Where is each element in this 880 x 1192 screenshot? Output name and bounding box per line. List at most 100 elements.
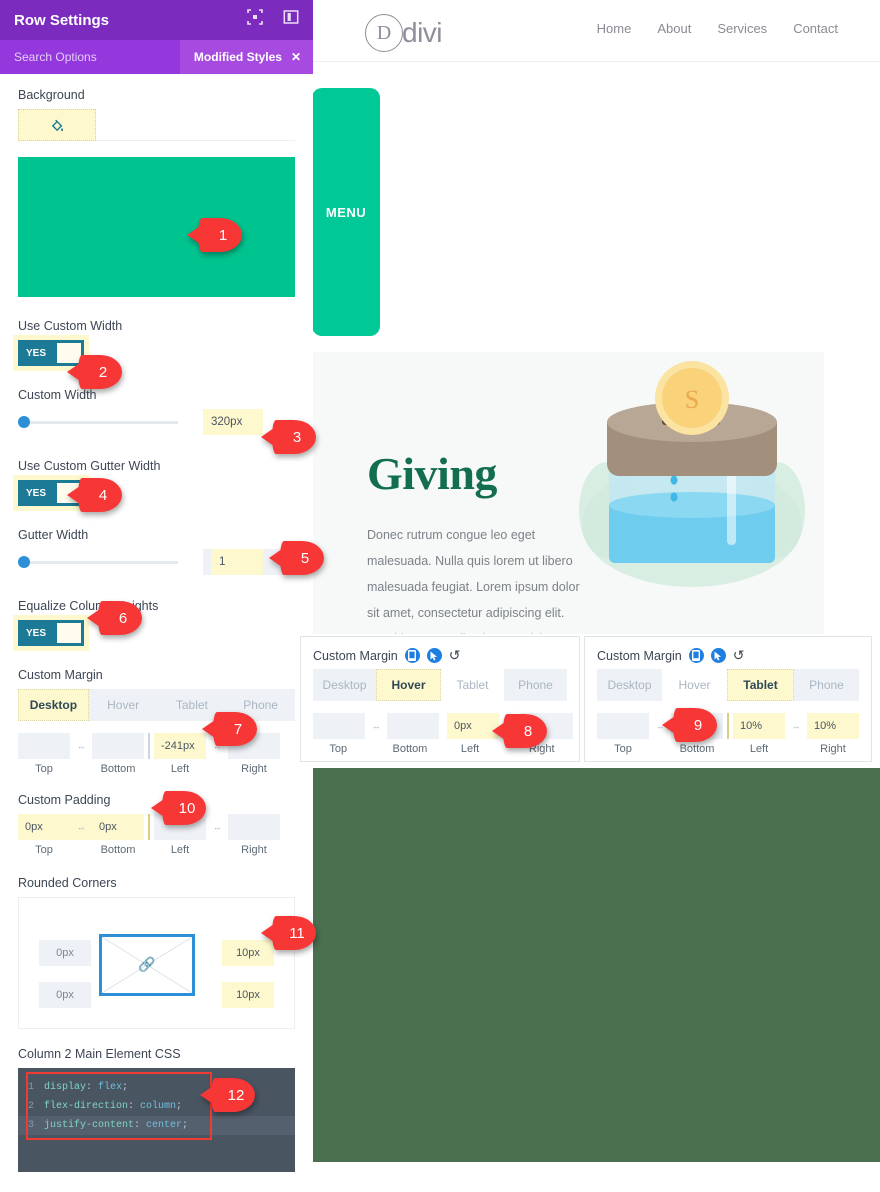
background-tab-row bbox=[18, 109, 295, 141]
callout-marker-9: 9 bbox=[662, 708, 717, 742]
cursor-hover-icon[interactable] bbox=[426, 648, 442, 663]
giving-title: Giving bbox=[367, 448, 497, 499]
margin-bottom-input[interactable] bbox=[387, 713, 439, 739]
tab-hover[interactable]: Hover bbox=[376, 669, 441, 701]
gutter-width-slider[interactable] bbox=[18, 556, 178, 568]
nav-item-services[interactable]: Services bbox=[717, 21, 767, 36]
margin-top-input[interactable] bbox=[597, 713, 649, 739]
coin-jar-illustration: S bbox=[579, 361, 805, 587]
callout-marker-10: 10 bbox=[151, 791, 206, 825]
custom-width-input[interactable]: 320px bbox=[203, 409, 263, 435]
label-right: Right bbox=[241, 763, 267, 775]
gutter-width-value: 1 bbox=[211, 549, 263, 575]
custom-margin-device-tabs[interactable]: Desktop Hover Tablet Phone bbox=[313, 669, 567, 701]
giving-section: Giving Donec rutrum congue leo eget male… bbox=[312, 352, 824, 634]
mobile-device-icon[interactable] bbox=[688, 648, 704, 663]
tab-hover[interactable]: Hover bbox=[89, 689, 158, 721]
nav-item-contact[interactable]: Contact bbox=[793, 21, 838, 36]
corner-top-left-input[interactable]: 0px bbox=[39, 940, 91, 966]
callout-marker-12: 12 bbox=[200, 1078, 255, 1112]
column-css-label: Column 2 Main Element CSS bbox=[18, 1047, 181, 1061]
divi-logo: D divi bbox=[365, 14, 443, 52]
margin-right-input[interactable]: 10% bbox=[807, 713, 859, 739]
corner-bottom-left-input[interactable]: 0px bbox=[39, 982, 91, 1008]
margin-top-input[interactable] bbox=[18, 733, 70, 759]
website-preview: D divi Home About Services Contact MENU … bbox=[300, 0, 880, 1162]
paint-bucket-icon bbox=[51, 119, 63, 131]
tab-desktop[interactable]: Desktop bbox=[313, 669, 376, 701]
nav-item-about[interactable]: About bbox=[657, 21, 691, 36]
code-highlight-outline bbox=[26, 1072, 212, 1140]
label-bottom: Bottom bbox=[100, 844, 136, 856]
equalize-column-heights-toggle[interactable]: YES bbox=[13, 615, 89, 651]
label-left: Left bbox=[460, 743, 480, 755]
cursor-hover-icon[interactable] bbox=[710, 648, 726, 663]
layout-columns-icon[interactable] bbox=[283, 9, 299, 25]
custom-width-slider[interactable] bbox=[18, 416, 178, 428]
corner-top-right-input[interactable]: 10px bbox=[222, 940, 274, 966]
margin-top-input[interactable] bbox=[313, 713, 365, 739]
nav-item-home[interactable]: Home bbox=[597, 21, 632, 36]
slider-handle[interactable] bbox=[18, 416, 30, 428]
margin-left-input[interactable]: 10% bbox=[733, 713, 785, 739]
label-left: Left bbox=[170, 763, 190, 775]
modified-styles-filter[interactable]: Modified Styles ✕ bbox=[179, 40, 313, 74]
mobile-device-icon[interactable] bbox=[404, 648, 420, 663]
label-bottom: Bottom bbox=[679, 743, 715, 755]
link-icon[interactable]: ↔ bbox=[70, 814, 92, 840]
link-icon[interactable]: ↔ bbox=[785, 721, 807, 731]
reset-icon[interactable]: ↺ bbox=[733, 647, 745, 664]
search-options-bar[interactable]: Search Options Modified Styles ✕ bbox=[0, 40, 313, 74]
corner-bottom-right-input[interactable]: 10px bbox=[222, 982, 274, 1008]
tab-phone[interactable]: Phone bbox=[504, 669, 567, 701]
focus-target-icon[interactable] bbox=[247, 9, 263, 25]
close-icon[interactable]: ✕ bbox=[291, 50, 301, 64]
link-icon[interactable]: ↔ bbox=[365, 721, 387, 731]
background-label: Background bbox=[18, 88, 85, 102]
custom-margin-label: Custom Margin bbox=[313, 648, 398, 663]
custom-margin-device-tabs[interactable]: Desktop Hover Tablet Phone bbox=[597, 669, 859, 701]
panel-header: Row Settings bbox=[0, 0, 313, 40]
rounded-corners-label: Rounded Corners bbox=[18, 876, 117, 890]
toggle-yes-label: YES bbox=[26, 347, 47, 359]
label-bottom: Bottom bbox=[392, 743, 428, 755]
dark-green-section bbox=[300, 768, 880, 1162]
label-bottom: Bottom bbox=[100, 763, 136, 775]
callout-marker-11: 11 bbox=[261, 916, 316, 950]
padding-top-input[interactable]: 0px bbox=[18, 814, 70, 840]
tab-desktop[interactable]: Desktop bbox=[18, 689, 89, 721]
equalize-column-heights-label: Equalize Column Heights bbox=[18, 599, 159, 613]
padding-right-input[interactable] bbox=[228, 814, 280, 840]
search-input[interactable]: Search Options bbox=[14, 50, 97, 64]
toggle-yes-label: YES bbox=[26, 487, 47, 499]
tab-tablet[interactable]: Tablet bbox=[441, 669, 504, 701]
callout-marker-1: 1 bbox=[187, 218, 242, 252]
divi-logo-mark: D bbox=[365, 14, 403, 52]
padding-bottom-input[interactable]: 0px bbox=[92, 814, 144, 840]
link-icon[interactable]: ↔ bbox=[70, 741, 92, 751]
tab-desktop[interactable]: Desktop bbox=[597, 669, 662, 701]
preview-nav[interactable]: Home About Services Contact bbox=[597, 21, 838, 36]
menu-button[interactable]: MENU bbox=[312, 88, 380, 336]
custom-margin-tablet-panel: Custom Margin ↺ Desktop Hover Tablet Pho… bbox=[584, 636, 872, 762]
margin-bottom-input[interactable] bbox=[92, 733, 144, 759]
tab-tablet[interactable]: Tablet bbox=[727, 669, 794, 701]
link-icon[interactable]: 🔗 bbox=[138, 956, 155, 973]
callout-marker-5: 5 bbox=[269, 541, 324, 575]
spacing-divider bbox=[148, 733, 150, 759]
label-top: Top bbox=[35, 844, 53, 856]
link-icon[interactable]: ↔ bbox=[206, 822, 228, 832]
tab-phone[interactable]: Phone bbox=[794, 669, 859, 701]
slider-handle[interactable] bbox=[18, 556, 30, 568]
tab-hover[interactable]: Hover bbox=[662, 669, 727, 701]
background-color-swatch[interactable] bbox=[18, 157, 295, 297]
callout-marker-7: 7 bbox=[202, 712, 257, 746]
preview-site-header: D divi Home About Services Contact bbox=[300, 0, 880, 62]
callout-marker-8: 8 bbox=[492, 714, 547, 748]
background-color-tab[interactable] bbox=[18, 109, 96, 141]
reset-icon[interactable]: ↺ bbox=[449, 647, 461, 664]
label-top: Top bbox=[329, 743, 348, 755]
modified-styles-label: Modified Styles bbox=[193, 50, 282, 64]
margin-left-input[interactable]: -241px bbox=[154, 733, 206, 759]
callout-marker-3: 3 bbox=[261, 420, 316, 454]
